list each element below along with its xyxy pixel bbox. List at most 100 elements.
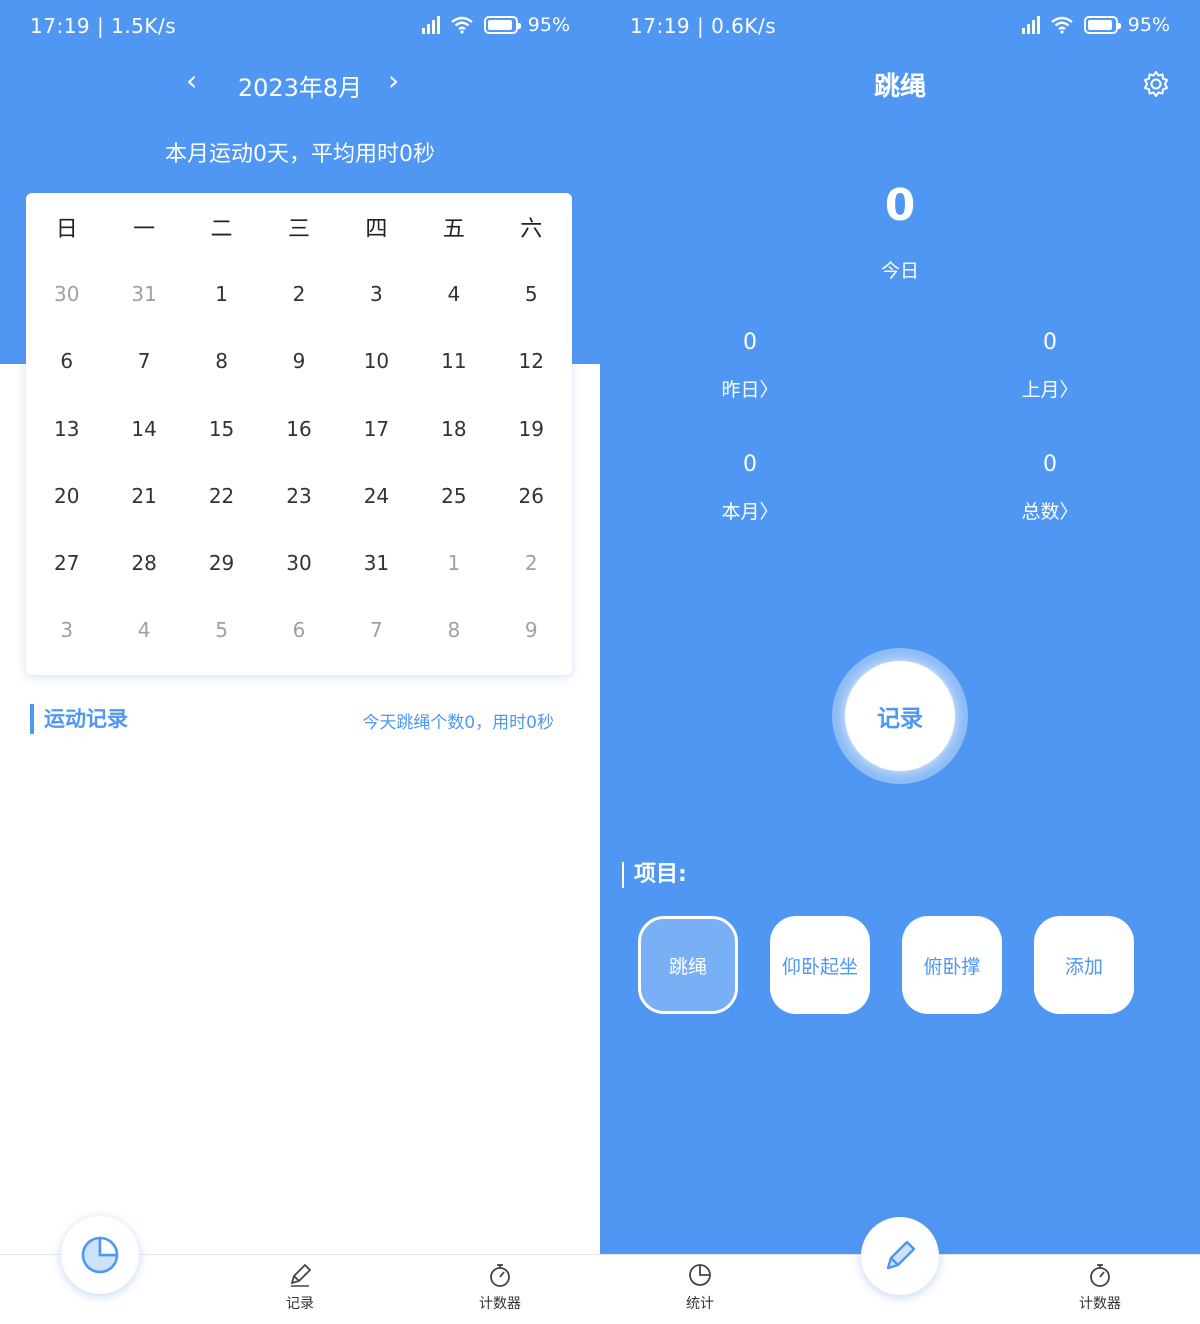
weekday-header: 四: [365, 216, 388, 242]
next-month-button[interactable]: ›: [388, 64, 399, 97]
pencil-icon: [886, 1240, 916, 1270]
nav-timer[interactable]: 计数器: [1050, 1261, 1150, 1313]
calendar-day[interactable]: 17: [338, 395, 415, 462]
stat-value: 0: [1043, 452, 1057, 477]
calendar-day-outside[interactable]: 9: [493, 597, 570, 664]
calendar-day[interactable]: 1: [183, 260, 260, 327]
nav-timer-label: 计数器: [1079, 1296, 1121, 1312]
calendar-day[interactable]: 6: [28, 328, 105, 395]
stat-value: 0: [1043, 330, 1057, 355]
stats-fab-button[interactable]: [61, 1216, 139, 1294]
calendar-day[interactable]: 19: [493, 395, 570, 462]
calendar-day-outside[interactable]: 1: [415, 529, 492, 596]
calendar-day[interactable]: 13: [28, 395, 105, 462]
weekday-header: 一: [133, 216, 156, 242]
calendar-day-outside[interactable]: 31: [105, 260, 182, 327]
calendar-day-outside[interactable]: 3: [28, 597, 105, 664]
stat-label: 本月〉: [721, 501, 779, 523]
calendar-day[interactable]: 30: [260, 529, 337, 596]
stat-value: 0: [743, 330, 757, 355]
calendar-day[interactable]: 14: [105, 395, 182, 462]
calendar-day-outside[interactable]: 30: [28, 260, 105, 327]
record-fab-button[interactable]: [861, 1217, 939, 1295]
month-label: 2023年8月: [237, 74, 363, 102]
project-push-ups[interactable]: 俯卧撑: [902, 916, 1002, 1014]
calendar-day[interactable]: 5: [493, 260, 570, 327]
calendar-day[interactable]: 21: [105, 462, 182, 529]
pie-chart-icon: [81, 1236, 119, 1274]
nav-record-label: 记录: [286, 1296, 314, 1312]
page-title: 跳绳: [873, 72, 926, 102]
calendar-day-outside[interactable]: 4: [105, 597, 182, 664]
calendar-screen: 17:19 | 1.5K/s 95% ‹ 2023年8月 › 本月运动0天，平均…: [0, 0, 600, 1324]
wifi-icon: [451, 16, 473, 34]
status-time: 17:19 | 0.6K/s: [630, 14, 777, 38]
nav-timer[interactable]: 计数器: [450, 1261, 550, 1313]
calendar-day[interactable]: 24: [338, 462, 415, 529]
calendar-day[interactable]: 28: [105, 529, 182, 596]
calendar-day[interactable]: 7: [105, 328, 182, 395]
calendar-day[interactable]: 18: [415, 395, 492, 462]
calendar-day[interactable]: 2: [260, 260, 337, 327]
month-summary: 本月运动0天，平均用时0秒: [165, 142, 435, 167]
calendar-day[interactable]: 8: [183, 328, 260, 395]
nav-stats-label: 统计: [686, 1296, 714, 1312]
calendar-day[interactable]: 25: [415, 462, 492, 529]
nav-timer-label: 计数器: [479, 1296, 521, 1312]
battery-percent: 95%: [1127, 14, 1170, 36]
calendar-day[interactable]: 23: [260, 462, 337, 529]
calendar-day[interactable]: 16: [260, 395, 337, 462]
pie-chart-icon: [689, 1264, 711, 1286]
stat-this-month[interactable]: 0 本月〉: [650, 452, 850, 524]
project-jump-rope[interactable]: 跳绳: [638, 916, 738, 1014]
calendar-day[interactable]: 9: [260, 328, 337, 395]
nav-stats[interactable]: 统计: [650, 1261, 750, 1313]
calendar-day-outside[interactable]: 2: [493, 529, 570, 596]
stat-label: 昨日〉: [721, 379, 779, 401]
stat-label: 上月〉: [1021, 379, 1079, 401]
calendar-day[interactable]: 31: [338, 529, 415, 596]
status-time: 17:19 | 1.5K/s: [30, 14, 177, 38]
calendar-day[interactable]: 10: [338, 328, 415, 395]
weekday-header: 六: [520, 216, 543, 242]
project-sit-ups[interactable]: 仰卧起坐: [770, 916, 870, 1014]
signal-icon: [1021, 16, 1040, 34]
today-label: 今日: [880, 260, 919, 282]
nav-record[interactable]: 记录: [250, 1261, 350, 1313]
stat-total[interactable]: 0 总数〉: [950, 452, 1150, 524]
calendar-day[interactable]: 11: [415, 328, 492, 395]
weekday-header: 日: [55, 216, 78, 242]
today-count: 0: [884, 180, 916, 231]
stat-last-month[interactable]: 0 上月〉: [950, 330, 1150, 402]
calendar-day[interactable]: 4: [415, 260, 492, 327]
calendar-day-outside[interactable]: 8: [415, 597, 492, 664]
wifi-icon: [1051, 16, 1073, 34]
battery-percent: 95%: [527, 14, 570, 36]
stopwatch-icon: [490, 1264, 510, 1287]
record-button[interactable]: 记录: [845, 661, 955, 771]
stat-yesterday[interactable]: 0 昨日〉: [650, 330, 850, 402]
record-button-halo: 记录: [832, 648, 968, 784]
calendar-day[interactable]: 20: [28, 462, 105, 529]
add-project-button[interactable]: 添加: [1034, 916, 1134, 1014]
calendar-day[interactable]: 29: [183, 529, 260, 596]
calendar-day-outside[interactable]: 6: [260, 597, 337, 664]
calendar-day[interactable]: 12: [493, 328, 570, 395]
stat-label: 总数〉: [1021, 501, 1079, 523]
weekday-header: 二: [210, 216, 233, 242]
records-title: 运动记录: [30, 704, 128, 734]
projects-title: 项目:: [622, 862, 687, 888]
calendar-day[interactable]: 26: [493, 462, 570, 529]
calendar-day-outside[interactable]: 5: [183, 597, 260, 664]
stopwatch-icon: [1090, 1264, 1110, 1287]
stat-value: 0: [743, 452, 757, 477]
signal-icon: [421, 16, 440, 34]
gear-icon[interactable]: [1142, 70, 1170, 98]
calendar-day[interactable]: 27: [28, 529, 105, 596]
calendar-day[interactable]: 22: [183, 462, 260, 529]
calendar-day[interactable]: 3: [338, 260, 415, 327]
calendar-day-outside[interactable]: 7: [338, 597, 415, 664]
calendar-day[interactable]: 15: [183, 395, 260, 462]
weekday-header: 三: [287, 216, 310, 242]
status-bar: 17:19 | 0.6K/s 95%: [600, 0, 1200, 56]
